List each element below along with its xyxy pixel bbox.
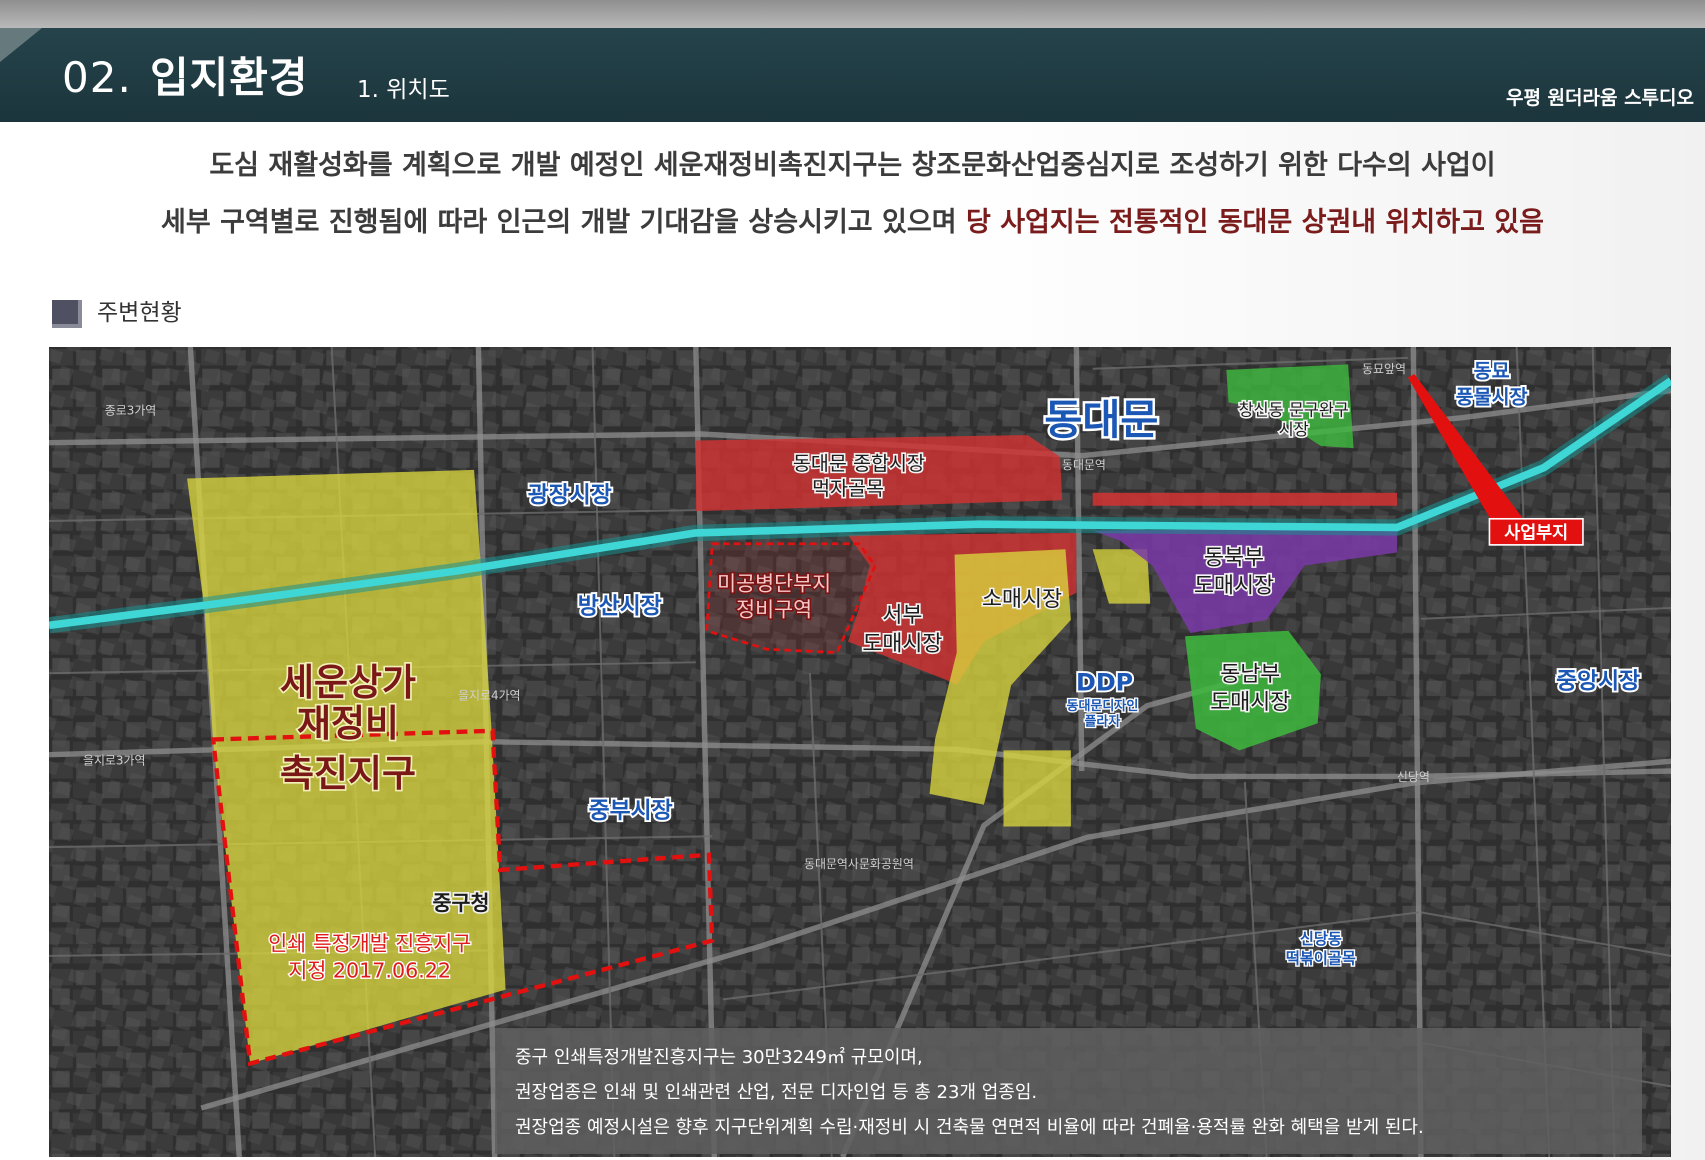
sindang-tteokbokki-label-line1: 신당동	[1300, 930, 1342, 948]
west-wholesale-label-line1: 서부	[882, 603, 922, 628]
place-label: 동대문역	[1062, 458, 1106, 472]
changsin-stationery-label-line1: 창신동 문구완구	[1239, 400, 1349, 419]
sewoon-label-line1: 세운상가	[280, 661, 416, 704]
dongmyo-market-label-line2: 풍물시장	[1456, 386, 1528, 409]
intro-line-2: 세부 구역별로 진행됨에 따라 인근의 개발 기대감을 상승시키고 있으며 당 …	[0, 205, 1705, 241]
printing-district-info-box: 중구 인쇄특정개발진흥지구는 30만3249㎡ 규모이며, 권장업종은 인쇄 및…	[495, 1028, 1642, 1154]
intro-line-1: 도심 재활성화를 계획으로 개발 예정인 세운재정비촉진지구는 창조문화산업중심…	[209, 150, 1496, 181]
location-map: 종로3가역 을지로3가역 을지로4가역 동대문역사문화공원역 신당역 동묘앞역 …	[49, 347, 1671, 1157]
ddp-label: DDP	[1076, 669, 1133, 697]
printing-district-label-line2: 지정 2017.06.22	[288, 959, 451, 983]
northeast-wholesale-label-line2: 도매시장	[1194, 574, 1274, 599]
place-label: 동묘앞역	[1362, 362, 1406, 376]
retail-market-zone-south	[1003, 750, 1071, 827]
project-site-label: 사업부지	[1504, 523, 1568, 543]
jungang-market-label: 중앙시장	[1556, 668, 1640, 694]
section-title: 주변현황	[97, 300, 182, 326]
intro-line-2-highlight: 당 사업지는 전통적인 동대문 상권내 위치하고 있음	[965, 207, 1544, 238]
info-line: 중구 인쇄특정개발진흥지구는 30만3249㎡ 규모이며,	[515, 1047, 923, 1068]
migongbyeong-label-line2: 정비구역	[736, 598, 812, 622]
retail-market-label: 소매시장	[982, 587, 1062, 612]
place-label: 을지로3가역	[83, 754, 146, 768]
dongmyo-market-label-line1: 동묘	[1474, 359, 1510, 382]
jonghap-market-label-line2: 먹자골목	[812, 477, 884, 500]
chapter-number: 02.	[62, 53, 132, 102]
page-header: 02. 입지환경 1. 위치도 우평 원더라움 스투디오	[0, 28, 1705, 122]
info-line: 권장업종은 인쇄 및 인쇄관련 산업, 전문 디자인업 등 총 23개 업종임.	[515, 1082, 1038, 1103]
place-label: 신당역	[1397, 770, 1430, 784]
place-label: 을지로4가역	[458, 688, 521, 702]
dongdaemun-label: 동대문	[1044, 396, 1158, 444]
jungbu-market-label: 중부시장	[589, 798, 673, 824]
ddp-full-label-line2: 플라자	[1084, 713, 1120, 729]
ddp-full-label-line1: 동대문디자인	[1066, 698, 1138, 714]
bangsan-market-label: 방산시장	[578, 593, 662, 619]
printing-district-label-line1: 인쇄 특정개발 진흥지구	[268, 931, 471, 955]
changsin-stationery-label-line2: 시장	[1279, 420, 1309, 439]
header-accent	[0, 28, 42, 62]
dongdaemun-market-strip	[1092, 492, 1398, 506]
jung-gu-office-label: 중구청	[433, 891, 490, 915]
northeast-wholesale-label-line1: 동북부	[1204, 545, 1264, 570]
sindang-tteokbokki-label-line2: 떡볶이골목	[1286, 949, 1356, 967]
chapter-subtitle: 1. 위치도	[357, 77, 450, 103]
migongbyeong-label-line1: 미공병단부지	[717, 572, 831, 596]
section-square-icon	[52, 300, 82, 328]
southeast-wholesale-label-line1: 동남부	[1220, 662, 1280, 687]
sewoon-label-line3: 촉진지구	[280, 752, 416, 795]
jonghap-market-label-line1: 동대문 종합시장	[793, 452, 925, 475]
west-wholesale-label-line2: 도매시장	[862, 631, 942, 656]
sewoon-label-line2: 재정비	[297, 702, 399, 745]
place-label: 종로3가역	[105, 403, 157, 417]
info-line: 권장업종 예정시설은 향후 지구단위계획 수립·재정비 시 건축물 연면적 비율…	[515, 1117, 1424, 1138]
place-label: 동대문역사문화공원역	[804, 857, 914, 871]
southeast-wholesale-label-line2: 도매시장	[1210, 690, 1290, 715]
gwangjang-market-label: 광장시장	[528, 482, 612, 508]
project-name: 우평 원더라움 스투디오	[1505, 87, 1694, 109]
top-band	[0, 0, 1705, 28]
intro-line-2-plain: 세부 구역별로 진행됨에 따라 인근의 개발 기대감을 상승시키고 있으며	[160, 207, 966, 238]
chapter-title: 입지환경	[150, 53, 309, 102]
